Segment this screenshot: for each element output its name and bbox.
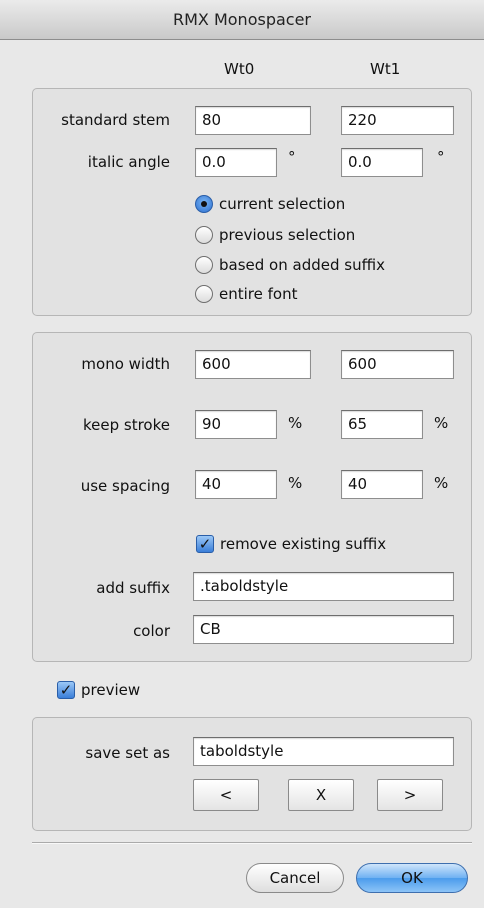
keep-stroke-label: keep stroke (83, 416, 170, 434)
radio-label: based on added suffix (219, 256, 385, 274)
percent-unit: % (434, 474, 449, 492)
cancel-button[interactable]: Cancel (246, 863, 344, 893)
percent-unit: % (288, 474, 303, 492)
italic-angle-wt1-input[interactable]: 0.0 (341, 148, 423, 177)
check-icon[interactable]: ✓ (196, 535, 214, 553)
dialog-window: RMX Monospacer Wt0 Wt1 standard stem 80 … (0, 0, 484, 908)
use-spacing-wt0-input[interactable]: 40 (195, 470, 277, 499)
radio-button[interactable] (195, 226, 213, 244)
standard-stem-label: standard stem (61, 111, 170, 129)
mono-width-wt0-input[interactable]: 600 (195, 350, 311, 379)
radio-button[interactable] (195, 256, 213, 274)
radio-previous-selection[interactable]: previous selection (195, 224, 355, 246)
radio-label: entire font (219, 285, 298, 303)
check-icon[interactable]: ✓ (57, 681, 75, 699)
radio-based-on-added-suffix[interactable]: based on added suffix (195, 254, 385, 276)
window-title: RMX Monospacer (0, 0, 484, 40)
save-set-input[interactable]: taboldstyle (193, 737, 454, 766)
standard-stem-wt1-input[interactable]: 220 (341, 106, 454, 135)
next-set-button[interactable]: > (377, 779, 443, 811)
preview-label: preview (81, 681, 141, 699)
keep-stroke-wt0-input[interactable]: 90 (195, 410, 277, 439)
radio-button[interactable] (195, 285, 213, 303)
radio-button[interactable] (195, 195, 213, 213)
percent-unit: % (288, 414, 303, 432)
italic-angle-label: italic angle (87, 153, 170, 171)
use-spacing-wt1-input[interactable]: 40 (341, 470, 423, 499)
ok-button[interactable]: OK (356, 863, 468, 893)
mono-width-label: mono width (81, 355, 170, 373)
degree-unit: ° (437, 148, 445, 166)
radio-label: previous selection (219, 226, 356, 244)
clear-set-button[interactable]: X (288, 779, 354, 811)
degree-unit: ° (288, 148, 296, 166)
radio-label: current selection (219, 195, 346, 213)
italic-angle-wt0-input[interactable]: 0.0 (195, 148, 277, 177)
remove-suffix-label: remove existing suffix (220, 535, 387, 553)
column-header-wt1: Wt1 (370, 60, 401, 78)
color-label: color (133, 622, 170, 640)
add-suffix-label: add suffix (96, 579, 170, 597)
radio-entire-font[interactable]: entire font (195, 283, 297, 305)
remove-suffix-checkbox[interactable]: ✓ remove existing suffix (196, 533, 386, 555)
column-header-wt0: Wt0 (224, 60, 255, 78)
preview-checkbox[interactable]: ✓ preview (57, 679, 140, 701)
radio-current-selection[interactable]: current selection (195, 193, 345, 215)
use-spacing-label: use spacing (80, 477, 170, 495)
save-set-nav: < X > (193, 779, 463, 811)
keep-stroke-wt1-input[interactable]: 65 (341, 410, 423, 439)
divider-highlight (32, 843, 472, 844)
percent-unit: % (434, 414, 449, 432)
save-set-group (32, 717, 472, 831)
add-suffix-input[interactable]: .taboldstyle (193, 572, 454, 601)
save-set-label: save set as (85, 744, 170, 762)
standard-stem-wt0-input[interactable]: 80 (195, 106, 311, 135)
previous-set-button[interactable]: < (193, 779, 259, 811)
color-input[interactable]: CB (193, 615, 454, 644)
mono-width-wt1-input[interactable]: 600 (341, 350, 454, 379)
